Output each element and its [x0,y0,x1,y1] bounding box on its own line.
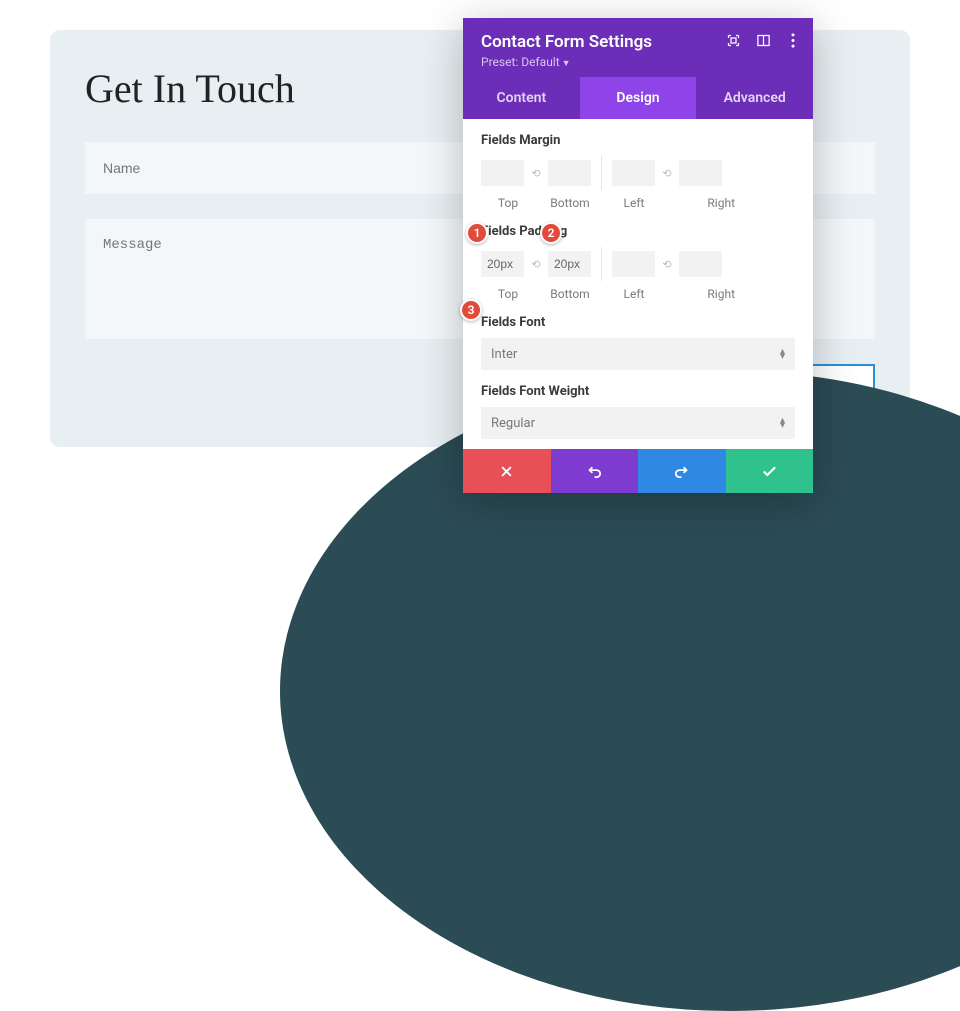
cancel-button[interactable] [463,449,551,493]
annotation-marker-1: 1 [466,222,488,244]
padding-right-input[interactable] [679,251,722,277]
more-icon[interactable] [785,32,801,48]
tab-content[interactable]: Content [463,77,580,119]
tab-design[interactable]: Design [580,77,697,119]
margin-bottom-input[interactable] [548,160,591,186]
padding-bottom-input[interactable] [548,251,591,277]
undo-button[interactable] [551,449,639,493]
margin-top-input[interactable] [481,160,524,186]
font-select[interactable]: Inter ▴▾ [481,338,795,370]
dir-top: Top [481,287,535,301]
fields-font-weight-group: Fields Font Weight Regular ▴▾ [481,384,795,439]
fields-margin-label: Fields Margin [481,133,795,148]
dir-right: Right [663,196,743,210]
font-value: Inter [491,347,517,362]
margin-left-input[interactable] [612,160,655,186]
annotation-marker-3: 3 [460,299,482,321]
fields-font-group: Fields Font Inter ▴▾ [481,315,795,370]
annotation-marker-2: 2 [540,222,562,244]
updown-icon: ▴▾ [780,349,785,359]
font-weight-select[interactable]: Regular ▴▾ [481,407,795,439]
redo-button[interactable] [638,449,726,493]
updown-icon: ▴▾ [780,418,785,428]
link-icon[interactable]: ⟲ [527,160,545,186]
dir-bottom: Bottom [535,287,605,301]
fields-padding-group: Fields Padding ⟲ ⟲ Top Bottom Left Rig [481,224,795,301]
dir-bottom: Bottom [535,196,605,210]
panel-footer [463,449,813,493]
link-icon[interactable]: ⟲ [527,251,545,277]
fields-padding-label: Fields Padding [481,224,795,239]
panel-header[interactable]: Contact Form Settings Preset: Default▼ [463,18,813,77]
panel-body: Fields Margin ⟲ ⟲ Top Bottom Left Righ [463,119,813,449]
columns-icon[interactable] [755,32,771,48]
preset-selector[interactable]: Preset: Default▼ [481,55,797,69]
fields-font-weight-label: Fields Font Weight [481,384,795,399]
link-icon[interactable]: ⟲ [658,160,676,186]
tab-bar: Content Design Advanced [463,77,813,119]
preset-label: Preset: Default [481,55,560,69]
separator [601,156,602,190]
padding-left-input[interactable] [612,251,655,277]
fields-margin-group: Fields Margin ⟲ ⟲ Top Bottom Left Righ [481,133,795,210]
tab-advanced[interactable]: Advanced [696,77,813,119]
dir-top: Top [481,196,535,210]
font-weight-value: Regular [491,416,535,431]
fields-font-label: Fields Font [481,315,795,330]
separator [601,247,602,281]
settings-panel: Contact Form Settings Preset: Default▼ C… [463,18,813,493]
chevron-down-icon: ▼ [562,59,571,69]
dir-left: Left [605,287,663,301]
padding-top-input[interactable] [481,251,524,277]
dir-left: Left [605,196,663,210]
save-button[interactable] [726,449,814,493]
link-icon[interactable]: ⟲ [658,251,676,277]
expand-icon[interactable] [725,32,741,48]
dir-right: Right [663,287,743,301]
margin-right-input[interactable] [679,160,722,186]
